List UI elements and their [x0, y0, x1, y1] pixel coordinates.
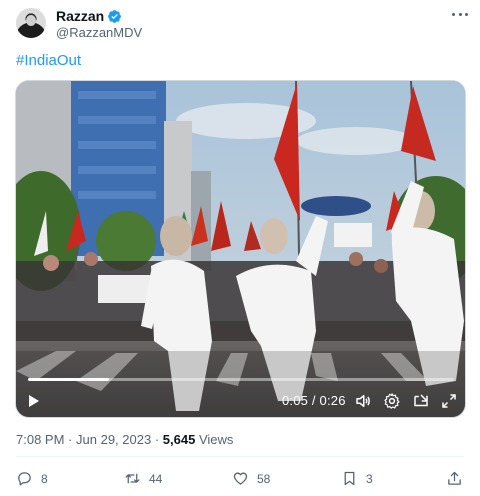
settings-icon[interactable]: [383, 392, 401, 410]
more-icon[interactable]: [452, 6, 468, 22]
views-count: 5,645: [162, 432, 196, 447]
video-progress-bar[interactable]: [28, 378, 454, 381]
fullscreen-icon[interactable]: [440, 392, 458, 410]
hashtag-link[interactable]: #IndiaOut: [16, 52, 81, 69]
repost-icon: [125, 473, 140, 484]
bookmark-button[interactable]: 3: [341, 470, 373, 487]
video-current-time: 0:05: [282, 393, 309, 408]
reply-count: 8: [41, 471, 48, 486]
divider: [16, 456, 464, 457]
repost-count: 44: [149, 471, 163, 486]
meta-separator-2: ·: [154, 432, 160, 447]
video-progress-fill: [28, 378, 109, 381]
author-name-row[interactable]: Razzan: [56, 8, 122, 24]
reply-icon: [18, 472, 31, 486]
share-button[interactable]: [446, 470, 471, 487]
reply-button[interactable]: 8: [16, 470, 48, 487]
pip-icon[interactable]: [412, 392, 430, 410]
post-meta: 7:08 PM · Jun 29, 2023 · 5,645 Views: [16, 432, 233, 447]
action-bar: 8 44 58 3: [0, 468, 480, 492]
video-frame: [16, 81, 465, 417]
author-handle[interactable]: @RazzanMDV: [56, 25, 142, 40]
views-label: Views: [198, 432, 234, 447]
meta-separator: ·: [68, 432, 73, 447]
like-count: 58: [257, 471, 271, 486]
like-icon: [233, 472, 248, 485]
bookmark-icon: [344, 471, 355, 486]
post-time[interactable]: 7:08 PM: [16, 432, 64, 447]
author-name[interactable]: Razzan: [56, 8, 104, 24]
play-icon[interactable]: [28, 394, 40, 408]
repost-button[interactable]: 44: [124, 470, 162, 487]
video-duration: 0:26: [319, 393, 346, 408]
video-time: 0:05 / 0:26: [282, 393, 346, 408]
volume-icon[interactable]: [354, 392, 372, 410]
verified-badge-icon: [108, 9, 122, 23]
avatar[interactable]: [16, 8, 46, 38]
like-button[interactable]: 58: [232, 470, 270, 487]
video-controls: 0:05 / 0:26: [16, 389, 465, 413]
bookmark-count: 3: [366, 471, 373, 486]
time-separator: /: [311, 393, 320, 408]
post-date[interactable]: Jun 29, 2023: [76, 432, 151, 447]
share-icon: [448, 471, 461, 485]
video-player[interactable]: 0:05 / 0:26: [15, 80, 466, 418]
